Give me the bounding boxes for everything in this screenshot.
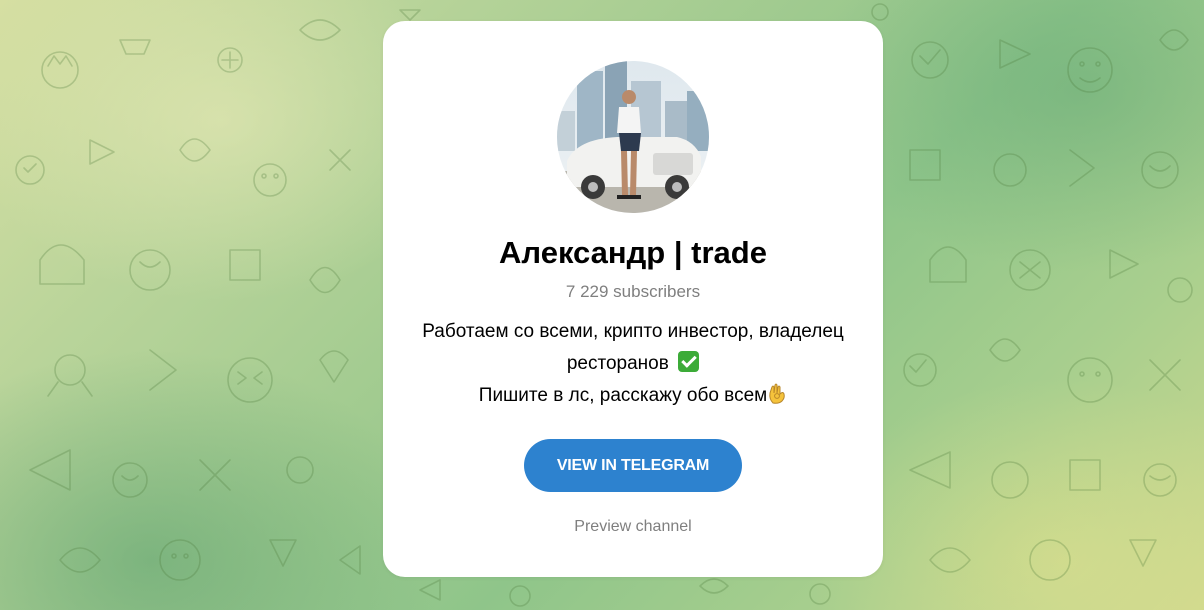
- channel-title: Александр | trade: [499, 235, 767, 270]
- ok-hand-emoji-icon: [769, 383, 785, 404]
- description-line-1: Работаем со всеми, крипто инвестор, влад…: [422, 321, 844, 342]
- preview-channel-link[interactable]: Preview channel: [383, 515, 883, 539]
- description-line-3-text: Пишите в лс, расскажу обо всем: [478, 385, 768, 406]
- channel-card: Александр | trade 7 229 subscribers Рабо…: [383, 21, 883, 577]
- check-mark-emoji-icon: [678, 351, 700, 372]
- channel-description: Работаем со всеми, крипто инвестор, влад…: [403, 316, 863, 412]
- description-line-3: Пишите в лс, расскажу обо всем: [403, 380, 863, 412]
- view-in-telegram-button[interactable]: VIEW IN TELEGRAM: [524, 439, 742, 492]
- description-line-2-text: ресторанов: [566, 353, 669, 374]
- description-line-2: ресторанов: [403, 348, 863, 380]
- channel-avatar: [557, 61, 709, 213]
- subscriber-count: 7 229 subscribers: [565, 282, 701, 301]
